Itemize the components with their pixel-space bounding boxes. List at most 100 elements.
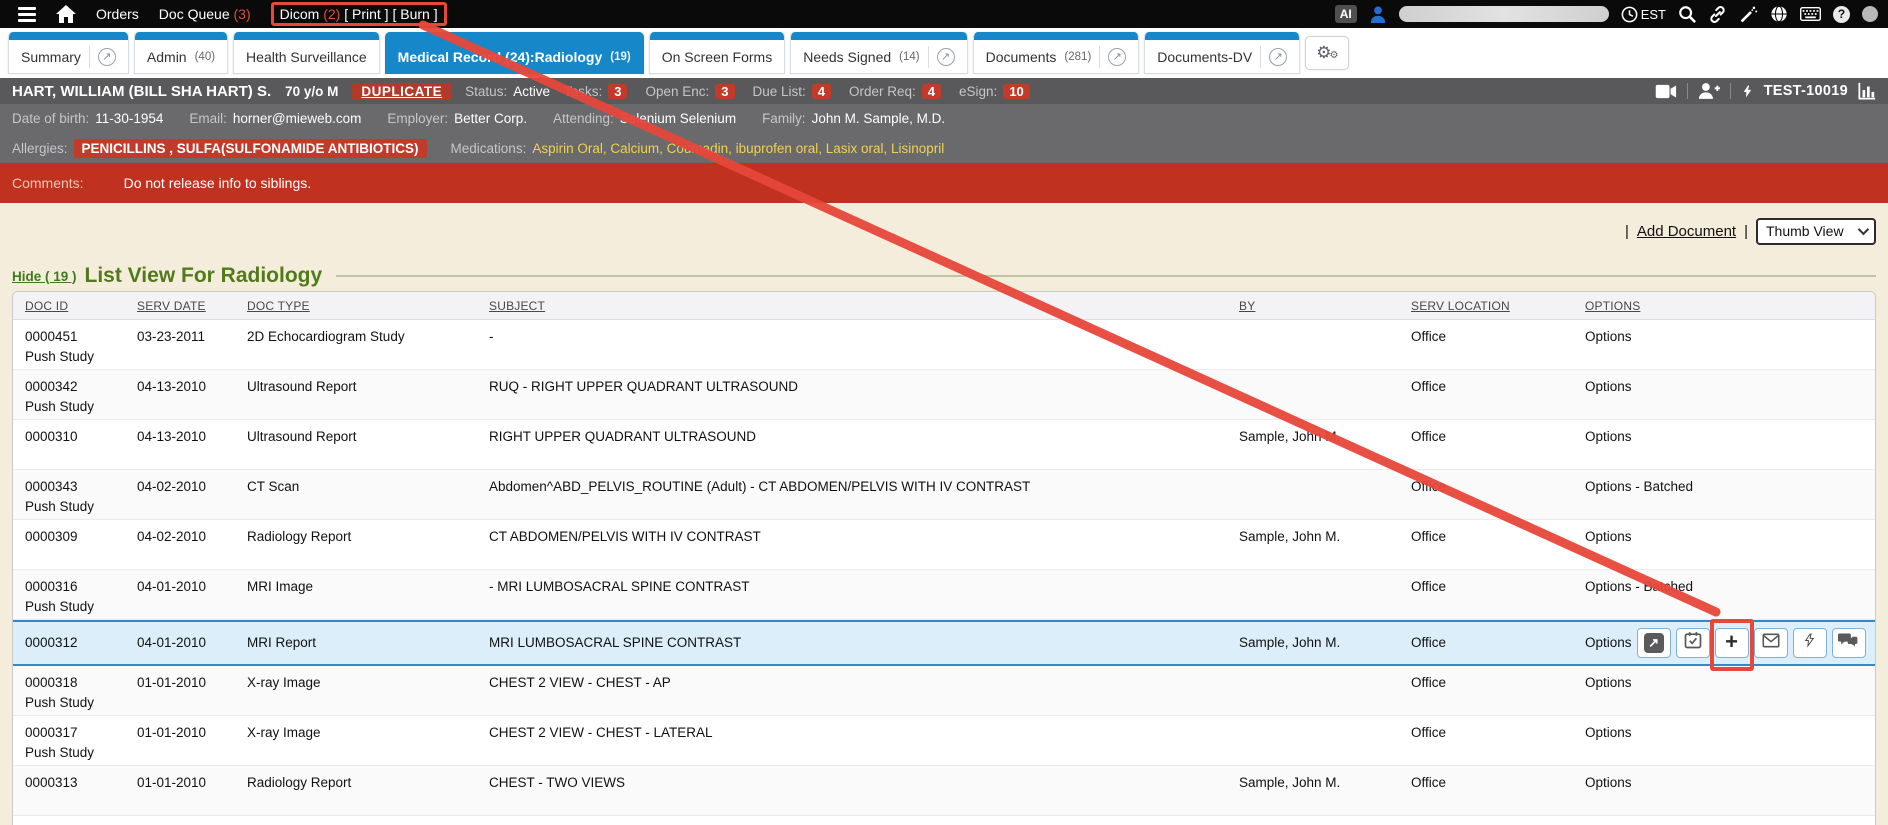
- doc-id[interactable]: 0000312: [25, 633, 127, 653]
- add-plus-icon: +: [1725, 631, 1738, 655]
- menu-dicom[interactable]: Dicom (2): [280, 6, 345, 22]
- options-link[interactable]: Options: [1585, 723, 1632, 743]
- tab-summary[interactable]: Summary↗: [8, 32, 129, 74]
- wand-icon[interactable]: [1739, 5, 1758, 24]
- column-header-doc-type[interactable]: DOC TYPE: [247, 299, 489, 313]
- table-row[interactable]: 0000343Push Study04-02-2010CT ScanAbdome…: [13, 470, 1875, 520]
- push-study-link[interactable]: Push Study: [25, 693, 127, 713]
- table-row[interactable]: 000031301-01-2010Radiology ReportCHEST -…: [13, 766, 1875, 816]
- serv-date-cell: 03-23-2011: [137, 327, 247, 347]
- help-icon[interactable]: ?: [1833, 6, 1850, 23]
- timezone-indicator[interactable]: EST: [1621, 6, 1666, 23]
- table-row[interactable]: 0000342Push Study04-13-2010Ultrasound Re…: [13, 370, 1875, 420]
- table-row[interactable]: 000030904-02-2010Radiology ReportCT ABDO…: [13, 520, 1875, 570]
- lightning-button[interactable]: [1793, 628, 1827, 658]
- menu-doc-queue[interactable]: Doc Queue (3): [159, 6, 251, 22]
- add-person-icon[interactable]: [1698, 82, 1720, 100]
- table-row[interactable]: 0000451Push Study03-23-20112D Echocardio…: [13, 320, 1875, 370]
- doc-id[interactable]: 0000317: [25, 723, 127, 743]
- doc-id[interactable]: 0000313: [25, 773, 127, 793]
- doc-id[interactable]: 0000451: [25, 327, 127, 347]
- duplicate-badge[interactable]: DUPLICATE: [352, 83, 451, 100]
- options-link[interactable]: Options: [1585, 427, 1632, 447]
- menu-burn[interactable]: [ Burn ]: [392, 6, 437, 22]
- doc-id[interactable]: 0000342: [25, 377, 127, 397]
- external-link-icon[interactable]: ↗: [98, 48, 116, 66]
- keyboard-icon[interactable]: [1800, 7, 1821, 21]
- tab-needs-signed[interactable]: Needs Signed(14)↗: [790, 32, 967, 74]
- options-link[interactable]: Options - Batched: [1585, 577, 1693, 597]
- hamburger-menu-icon[interactable]: [18, 7, 36, 22]
- options-link[interactable]: Options: [1585, 527, 1632, 547]
- bar-chart-icon[interactable]: [1858, 82, 1876, 100]
- serv-date-cell: 04-01-2010: [137, 577, 247, 597]
- column-header-serv-location[interactable]: SERV LOCATION: [1411, 299, 1585, 313]
- options-link[interactable]: Options: [1585, 327, 1632, 347]
- user-icon[interactable]: [1369, 5, 1387, 23]
- column-header-subject[interactable]: SUBJECT: [489, 299, 1239, 313]
- column-header-doc-id[interactable]: DOC ID: [25, 299, 137, 313]
- push-study-link[interactable]: Push Study: [25, 497, 127, 517]
- table-row[interactable]: 000010011-06-2009Ultrasound ReportSeleni…: [13, 816, 1875, 825]
- count-badge[interactable]: 3: [608, 84, 627, 99]
- external-link-icon[interactable]: ↗: [1108, 48, 1126, 66]
- add-document-link[interactable]: Add Document: [1637, 223, 1736, 240]
- options-link[interactable]: Options: [1585, 773, 1632, 793]
- column-header-by[interactable]: BY: [1239, 299, 1411, 313]
- table-row[interactable]: 0000318Push Study01-01-2010X-ray ImageCH…: [13, 666, 1875, 716]
- doc-id[interactable]: 0000318: [25, 673, 127, 693]
- column-header-options[interactable]: OPTIONS: [1585, 299, 1875, 313]
- tab-settings-button[interactable]: ⚙⚙: [1305, 36, 1349, 70]
- options-link[interactable]: Options: [1585, 673, 1632, 693]
- open-document-button[interactable]: ↗: [1637, 628, 1671, 658]
- count-badge[interactable]: 10: [1003, 84, 1029, 99]
- tab-medical-record-24-radiology[interactable]: Medical Record (24):Radiology(19): [385, 32, 644, 74]
- chat-button[interactable]: [1832, 628, 1866, 658]
- push-study-link[interactable]: Push Study: [25, 597, 127, 617]
- search-icon[interactable]: [1678, 5, 1696, 23]
- hide-link[interactable]: Hide ( 19 ): [12, 269, 77, 284]
- column-header-serv-date[interactable]: SERV DATE: [137, 299, 247, 313]
- tab-documents[interactable]: Documents(281)↗: [973, 32, 1140, 74]
- medications-list[interactable]: Aspirin Oral, Calcium, Coumadin, ibuprof…: [532, 141, 944, 156]
- table-row[interactable]: 0000317Push Study01-01-2010X-ray ImageCH…: [13, 716, 1875, 766]
- push-study-link[interactable]: Push Study: [25, 347, 127, 367]
- calendar-check-button[interactable]: [1676, 628, 1710, 658]
- count-badge[interactable]: 4: [812, 84, 831, 99]
- tab-body: Health Surveillance: [234, 40, 379, 73]
- home-icon[interactable]: [56, 5, 76, 23]
- table-row[interactable]: 000031204-01-2010MRI ReportMRI LUMBOSACR…: [13, 620, 1875, 666]
- doc-id[interactable]: 0000343: [25, 477, 127, 497]
- ai-badge[interactable]: AI: [1335, 5, 1357, 23]
- tab-health-surveillance[interactable]: Health Surveillance: [233, 32, 380, 74]
- dicom-annotation-box: Dicom (2) [ Print ] [ Burn ]: [271, 2, 447, 26]
- doc-id[interactable]: 0000316: [25, 577, 127, 597]
- allergies-badge[interactable]: PENICILLINS , SULFA(SULFONAMIDE ANTIBIOT…: [74, 139, 427, 158]
- options-link[interactable]: Options: [1585, 633, 1632, 653]
- doc-id[interactable]: 0000310: [25, 427, 127, 447]
- menu-orders[interactable]: Orders: [96, 6, 139, 22]
- doc-id[interactable]: 0000309: [25, 527, 127, 547]
- external-link-icon[interactable]: ↗: [1269, 48, 1287, 66]
- count-badge[interactable]: 4: [922, 84, 941, 99]
- tab-documents-dv[interactable]: Documents-DV↗: [1144, 32, 1300, 74]
- tab-admin[interactable]: Admin(40): [134, 32, 228, 74]
- options-cell: Options - Batched: [1585, 477, 1875, 497]
- count-badge[interactable]: 3: [715, 84, 734, 99]
- view-mode-select[interactable]: Thumb View: [1756, 218, 1876, 245]
- table-row[interactable]: 0000316Push Study04-01-2010MRI Image- MR…: [13, 570, 1875, 620]
- options-link[interactable]: Options - Batched: [1585, 477, 1693, 497]
- push-study-link[interactable]: Push Study: [25, 397, 127, 417]
- video-camera-icon[interactable]: [1655, 84, 1677, 99]
- lightning-icon[interactable]: [1741, 82, 1754, 101]
- table-row[interactable]: 000031004-13-2010Ultrasound ReportRIGHT …: [13, 420, 1875, 470]
- add-plus-button[interactable]: +: [1715, 628, 1749, 658]
- external-link-icon[interactable]: ↗: [937, 48, 955, 66]
- globe-icon[interactable]: [1770, 5, 1788, 23]
- link-icon[interactable]: [1708, 5, 1727, 24]
- menu-print[interactable]: [ Print ]: [344, 6, 388, 22]
- options-link[interactable]: Options: [1585, 377, 1632, 397]
- push-study-link[interactable]: Push Study: [25, 743, 127, 763]
- tab-on-screen-forms[interactable]: On Screen Forms: [649, 32, 785, 74]
- envelope-button[interactable]: [1754, 628, 1788, 658]
